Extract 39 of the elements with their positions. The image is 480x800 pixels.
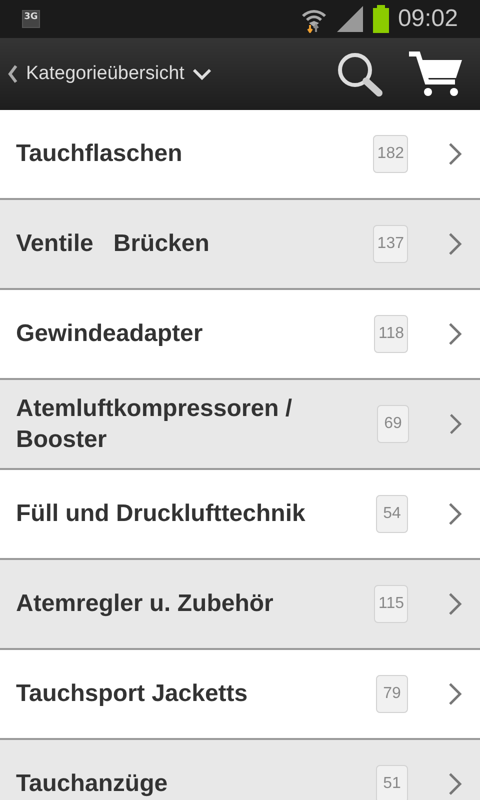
chevron-icon (448, 322, 462, 346)
category-dropdown[interactable]: Kategorieübersicht (8, 60, 212, 88)
network-type-icon: 3G (22, 10, 40, 28)
cart-button[interactable] (408, 51, 464, 97)
battery-icon (372, 5, 390, 33)
item-count: 51 (376, 765, 408, 800)
category-name: Füll und Drucklufttechnik (16, 499, 306, 530)
chevron-icon (448, 502, 462, 526)
clock: 09:02 (398, 4, 458, 34)
chevron-icon (449, 412, 462, 436)
category-name: Ventile Brücken (16, 229, 210, 260)
item-count: 69 (377, 405, 410, 443)
chevron-icon (448, 592, 462, 616)
item-count: 182 (373, 135, 408, 173)
chevron-icon (448, 142, 462, 166)
category-name: Gewindeadapter (16, 319, 204, 350)
chevron-icon (448, 232, 462, 256)
back-icon (8, 65, 18, 83)
search-button[interactable] (336, 51, 384, 97)
category-name: Tauchflaschen (16, 139, 184, 170)
item-count: 115 (374, 585, 408, 623)
chevron-icon (448, 772, 462, 796)
cart-icon (408, 51, 464, 97)
category-name: Tauchsport Jacketts (16, 679, 249, 710)
category-row[interactable]: Atemregler u. Zubehör 115 (0, 560, 480, 650)
category-row[interactable]: Ventile Brücken 137 (0, 200, 480, 290)
category-name: Tauchanzüge (16, 769, 169, 800)
category-row[interactable]: Tauchanzüge 51 (0, 740, 480, 800)
category-name: Atemregler u. Zubehör (16, 589, 274, 620)
item-count: 79 (376, 675, 408, 713)
chevron-icon (448, 682, 462, 706)
category-row[interactable]: Atemluftkompressoren / Booster 69 (0, 380, 480, 470)
item-count: 54 (376, 495, 408, 533)
signal-icon (336, 5, 364, 33)
category-name: Atemluftkompressoren / Booster (16, 394, 294, 455)
search-icon (336, 51, 384, 97)
caret-icon (192, 68, 212, 80)
item-count: 137 (373, 225, 408, 263)
item-count: 118 (374, 315, 408, 353)
